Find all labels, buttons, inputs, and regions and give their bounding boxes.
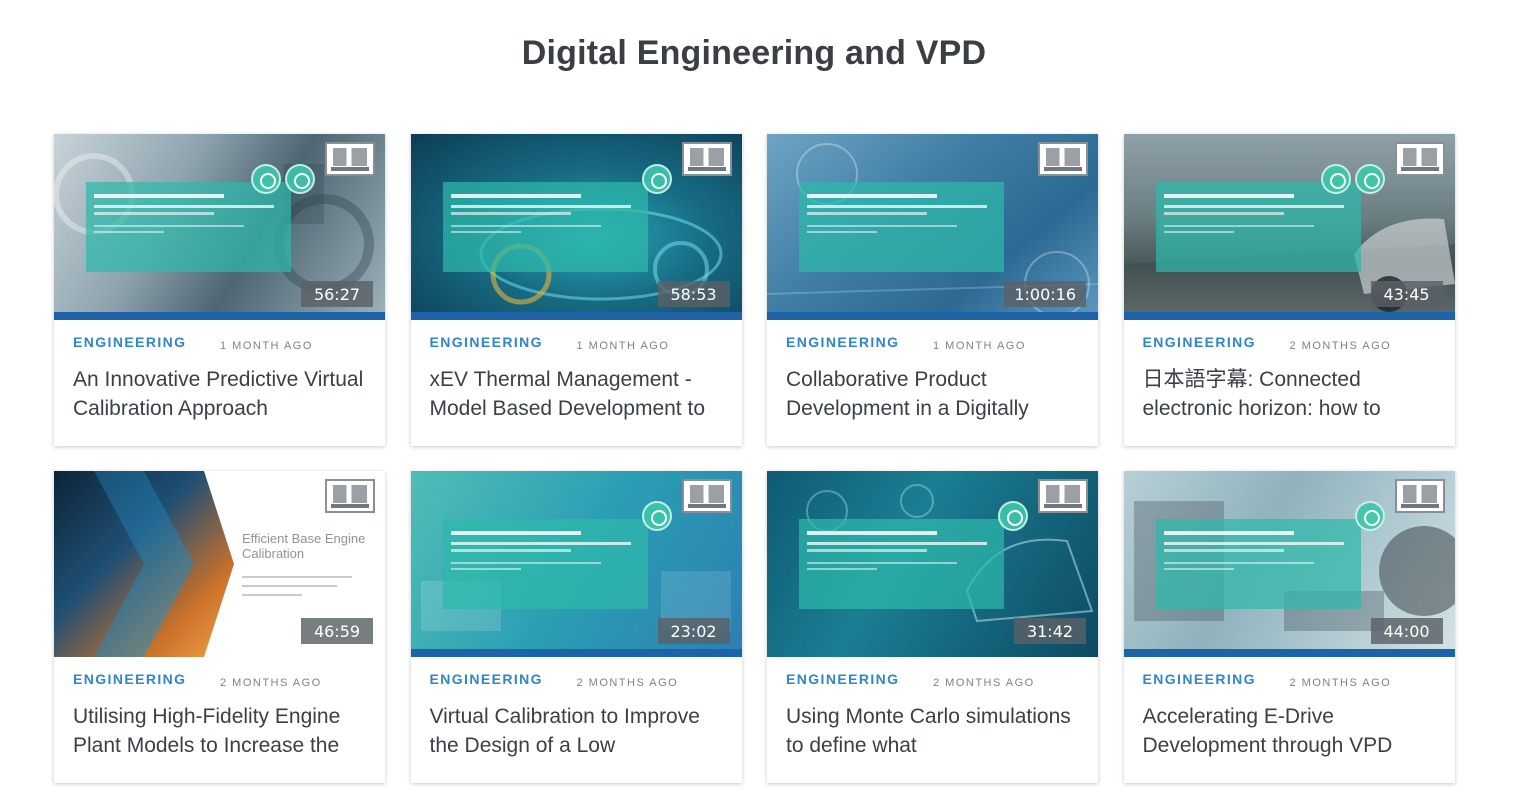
card-meta: ENGINEERING 2 MONTHS AGO	[1143, 671, 1443, 691]
badge-group	[1320, 164, 1385, 194]
card-meta: ENGINEERING 2 MONTHS AGO	[430, 671, 730, 691]
category-label[interactable]: ENGINEERING	[786, 671, 899, 687]
badge-group	[251, 164, 315, 194]
date-label: 1 MONTH AGO	[576, 340, 670, 352]
category-label[interactable]: ENGINEERING	[73, 671, 186, 687]
video-card[interactable]: Efficient Base Engine Calibration 46:59 …	[54, 471, 385, 783]
category-label[interactable]: ENGINEERING	[430, 334, 543, 350]
video-thumbnail[interactable]: Efficient Base Engine Calibration 46:59	[54, 471, 385, 657]
date-label: 2 MONTHS AGO	[1289, 340, 1392, 352]
duration-badge: 58:53	[657, 281, 730, 307]
brand-footer-bar	[410, 312, 742, 320]
badge-group	[998, 501, 1028, 531]
slide-title-panel	[799, 519, 1004, 609]
brand-footer-bar	[54, 312, 385, 320]
duration-badge: 31:42	[1014, 618, 1086, 644]
video-card[interactable]: 1:00:16 ENGINEERING 1 MONTH AGO Collabor…	[767, 134, 1098, 446]
slide-title-panel	[1155, 182, 1361, 272]
slide-title-panel	[1155, 519, 1361, 609]
card-meta: ENGINEERING 1 MONTH AGO	[73, 334, 373, 354]
date-label: 2 MONTHS AGO	[576, 677, 679, 689]
video-title[interactable]: Collaborative Product Development in a D…	[786, 365, 1082, 423]
hexagon-badge-icon	[1320, 164, 1351, 194]
page: Digital Engineering and VPD 56:27 ENGINE…	[0, 0, 1516, 806]
date-label: 2 MONTHS AGO	[1289, 677, 1392, 689]
hexagon-badge-icon	[251, 164, 281, 194]
hexagon-badge-icon	[1354, 501, 1385, 531]
date-label: 2 MONTHS AGO	[933, 677, 1035, 689]
hexagon-badge-icon	[998, 501, 1028, 531]
video-card[interactable]: 43:45 ENGINEERING 2 MONTHS AGO 日本語字幕: Co…	[1123, 134, 1455, 446]
video-title[interactable]: 日本語字幕: Connected electronic horizon: how…	[1143, 365, 1439, 423]
ricardo-logo	[1038, 142, 1088, 176]
hexagon-badge-icon	[641, 164, 672, 194]
category-label[interactable]: ENGINEERING	[1143, 671, 1256, 687]
hexagon-badge-icon	[641, 501, 672, 531]
duration-badge: 56:27	[301, 281, 373, 307]
hexagon-badge-icon	[1354, 164, 1385, 194]
duration-badge: 1:00:16	[1004, 281, 1086, 307]
badge-group	[641, 501, 672, 531]
video-thumbnail[interactable]: 1:00:16	[767, 134, 1098, 320]
thumbnail-heading: Efficient Base Engine Calibration	[242, 531, 366, 561]
category-label[interactable]: ENGINEERING	[430, 671, 543, 687]
duration-badge: 23:02	[657, 618, 730, 644]
video-thumbnail[interactable]: 43:45	[1123, 134, 1455, 320]
category-label[interactable]: ENGINEERING	[786, 334, 899, 350]
ricardo-logo	[325, 479, 375, 513]
ricardo-logo	[1394, 479, 1445, 513]
brand-footer-bar	[410, 649, 742, 657]
video-title[interactable]: Using Monte Carlo simulations to define …	[786, 702, 1082, 760]
video-grid: 56:27 ENGINEERING 1 MONTH AGO An Innovat…	[54, 134, 1455, 783]
ricardo-logo	[681, 479, 732, 513]
slide-title-panel	[442, 519, 648, 609]
slide-title-panel	[799, 182, 1004, 272]
video-card[interactable]: 44:00 ENGINEERING 2 MONTHS AGO Accelerat…	[1123, 471, 1455, 783]
ricardo-logo	[681, 142, 732, 176]
card-meta: ENGINEERING 2 MONTHS AGO	[73, 671, 373, 691]
card-meta: ENGINEERING 1 MONTH AGO	[786, 334, 1086, 354]
slide-title-panel	[442, 182, 648, 272]
video-thumbnail[interactable]: 31:42	[767, 471, 1098, 657]
category-label[interactable]: ENGINEERING	[1143, 334, 1256, 350]
badge-group	[641, 164, 672, 194]
duration-badge: 44:00	[1370, 618, 1443, 644]
video-card[interactable]: 56:27 ENGINEERING 1 MONTH AGO An Innovat…	[54, 134, 385, 446]
video-card[interactable]: 58:53 ENGINEERING 1 MONTH AGO xEV Therma…	[410, 134, 742, 446]
video-card[interactable]: 31:42 ENGINEERING 2 MONTHS AGO Using Mon…	[767, 471, 1098, 783]
ricardo-logo	[1394, 142, 1445, 176]
video-title[interactable]: Virtual Calibration to Improve the Desig…	[430, 702, 726, 760]
date-label: 2 MONTHS AGO	[220, 677, 322, 689]
category-label[interactable]: ENGINEERING	[73, 334, 186, 350]
brand-footer-bar	[1123, 649, 1455, 657]
card-meta: ENGINEERING 2 MONTHS AGO	[1143, 334, 1443, 354]
card-meta: ENGINEERING 2 MONTHS AGO	[786, 671, 1086, 691]
ricardo-logo	[1038, 479, 1088, 513]
brand-footer-bar	[1123, 312, 1455, 320]
date-label: 1 MONTH AGO	[220, 340, 313, 352]
video-thumbnail[interactable]: 58:53	[410, 134, 742, 320]
video-thumbnail[interactable]: 44:00	[1123, 471, 1455, 657]
thumbnail-subtext-lines	[242, 576, 362, 603]
hexagon-badge-icon	[285, 164, 315, 194]
section-title: Digital Engineering and VPD	[521, 34, 987, 72]
video-card[interactable]: 23:02 ENGINEERING 2 MONTHS AGO Virtual C…	[410, 471, 742, 783]
brand-footer-bar	[767, 312, 1098, 320]
card-meta: ENGINEERING 1 MONTH AGO	[430, 334, 730, 354]
duration-badge: 43:45	[1370, 281, 1443, 307]
slide-title-panel	[86, 182, 291, 272]
duration-badge: 46:59	[301, 618, 373, 644]
date-label: 1 MONTH AGO	[933, 340, 1026, 352]
ricardo-logo	[325, 142, 375, 176]
badge-group	[1354, 501, 1385, 531]
video-thumbnail[interactable]: 23:02	[410, 471, 742, 657]
video-thumbnail[interactable]: 56:27	[54, 134, 385, 320]
video-title[interactable]: An Innovative Predictive Virtual Calibra…	[73, 365, 369, 423]
video-title[interactable]: xEV Thermal Management - Model Based Dev…	[430, 365, 726, 423]
video-title[interactable]: Utilising High-Fidelity Engine Plant Mod…	[73, 702, 369, 760]
video-title[interactable]: Accelerating E-Drive Development through…	[1143, 702, 1439, 760]
